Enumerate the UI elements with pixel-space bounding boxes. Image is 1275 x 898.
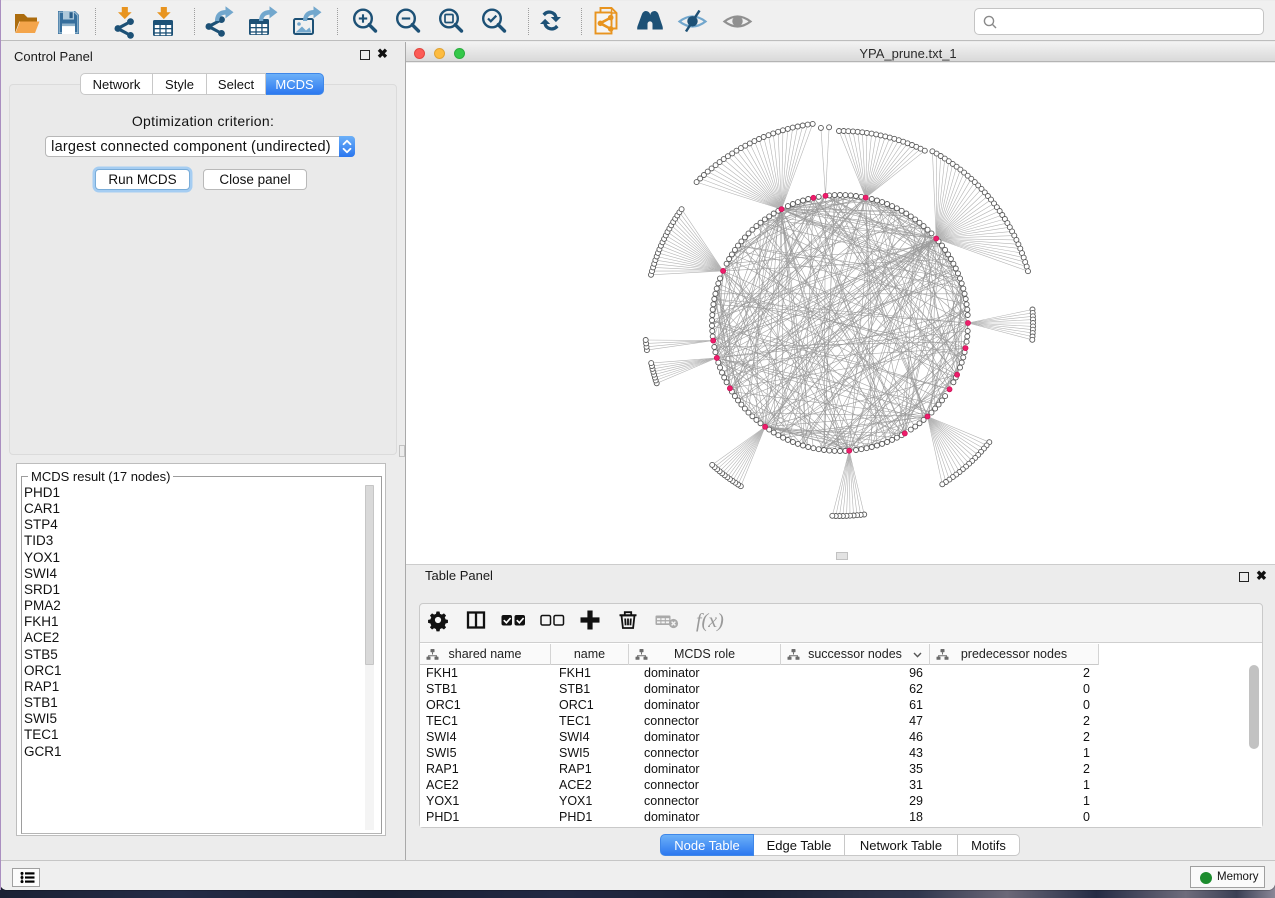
- svg-text:f(x): f(x): [696, 610, 724, 632]
